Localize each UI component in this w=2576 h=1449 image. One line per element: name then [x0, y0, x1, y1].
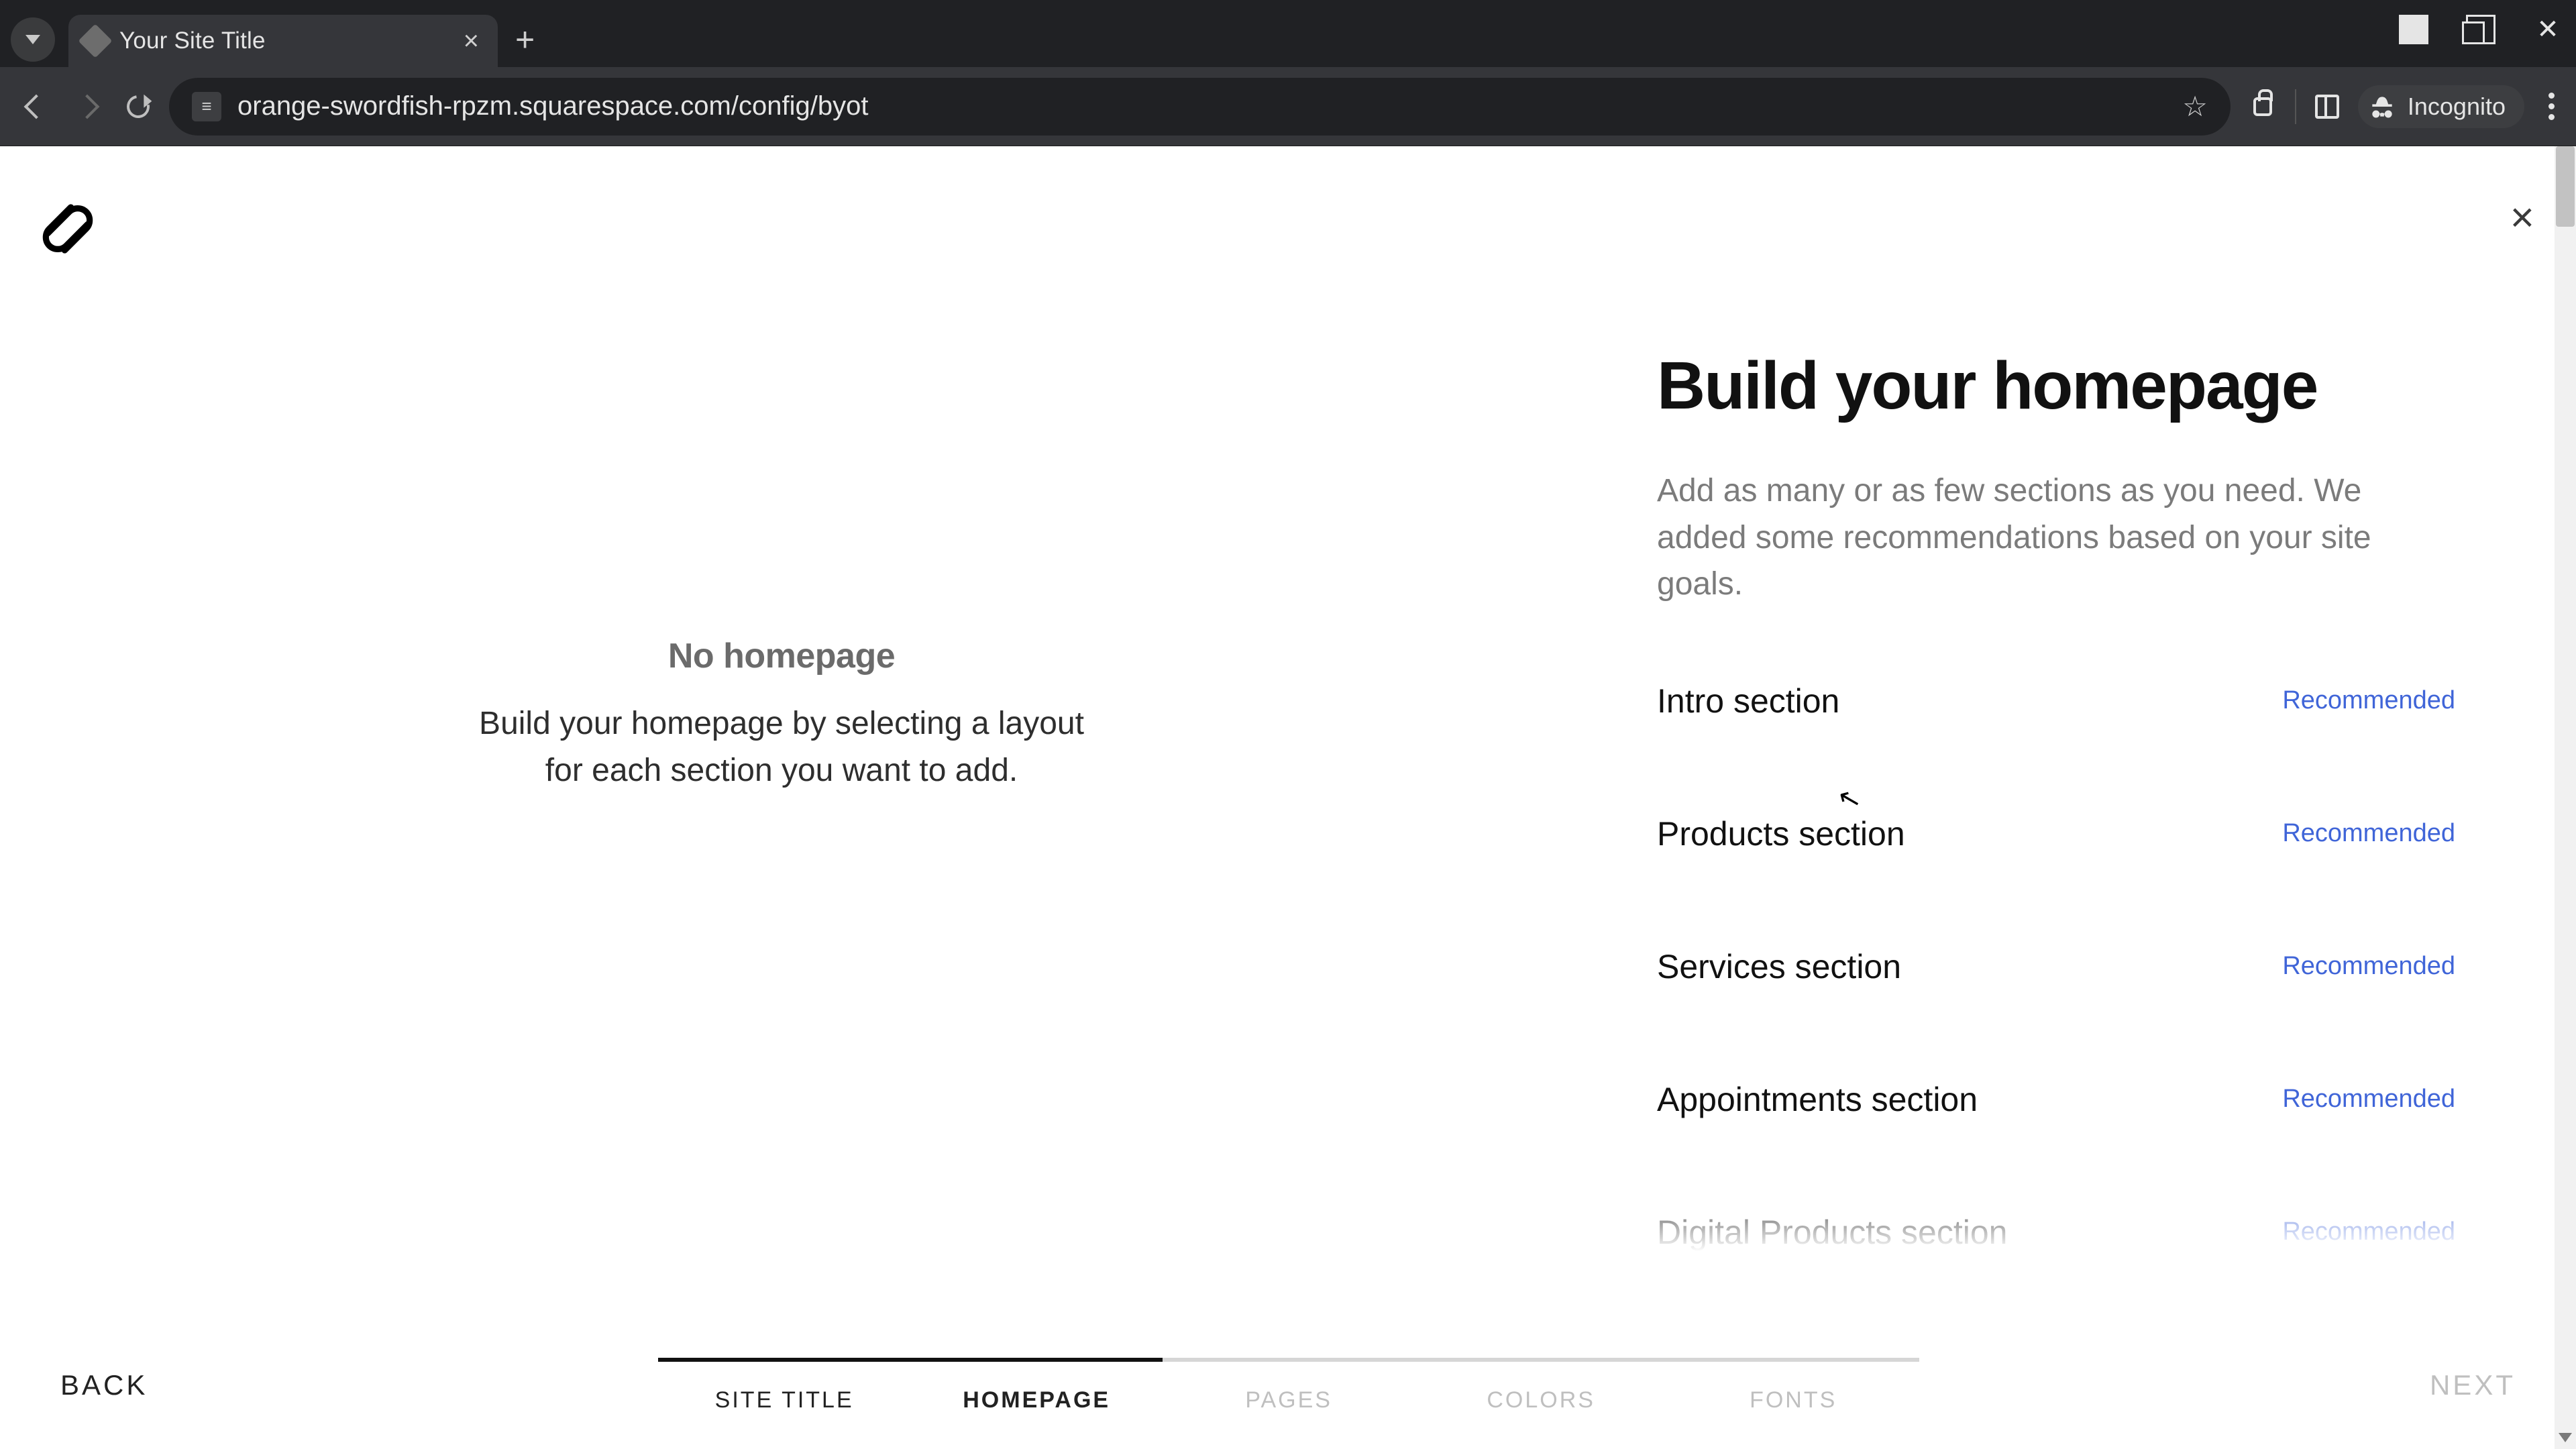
- recommended-badge: Recommended: [2282, 1218, 2455, 1246]
- step-indicator: SITE TITLEHOMEPAGEPAGESCOLORSFONTS: [658, 1358, 1919, 1413]
- tab-title: Your Site Title: [119, 28, 266, 54]
- no-homepage-description: Build your homepage by selecting a layou…: [463, 700, 1100, 794]
- recommended-badge: Recommended: [2282, 819, 2455, 848]
- toolbar-divider: [2295, 89, 2296, 124]
- section-name: Products section: [1657, 814, 1905, 853]
- section-list[interactable]: Intro sectionRecommendedProducts section…: [1657, 682, 2455, 1252]
- new-tab-button[interactable]: +: [515, 23, 535, 56]
- toolbar-right: Incognito: [2249, 85, 2560, 128]
- arrow-left-icon: [24, 94, 49, 119]
- section-row[interactable]: Digital Products section Recommended: [1657, 1213, 2455, 1252]
- site-info-button[interactable]: ≡: [192, 92, 221, 121]
- side-panel-button[interactable]: [2315, 95, 2339, 119]
- recommended-badge: Recommended: [2282, 1085, 2455, 1114]
- browser-chrome: Your Site Title × + ✕ ≡ orange-swordfish…: [0, 0, 2576, 146]
- section-row[interactable]: Appointments section Recommended: [1657, 1080, 2455, 1119]
- step-pages: PAGES: [1163, 1358, 1415, 1413]
- build-heading: Build your homepage: [1657, 347, 2455, 425]
- footer: BACK SITE TITLEHOMEPAGEPAGESCOLORSFONTS …: [0, 1322, 2576, 1449]
- minimize-icon: [2399, 15, 2428, 44]
- section-row[interactable]: Services section Recommended: [1657, 947, 2455, 986]
- bookmark-button[interactable]: ☆: [2182, 90, 2208, 123]
- section-name: Digital Products section: [1657, 1213, 2007, 1252]
- step-colors: COLORS: [1415, 1358, 1667, 1413]
- nav-forward-button[interactable]: [67, 87, 107, 127]
- window-controls: ✕: [2399, 15, 2563, 44]
- no-homepage-title: No homepage: [668, 636, 895, 676]
- section-name: Appointments section: [1657, 1080, 1978, 1119]
- back-button[interactable]: BACK: [60, 1369, 148, 1401]
- extensions-button[interactable]: [2249, 93, 2276, 120]
- step-homepage[interactable]: HOMEPAGE: [910, 1358, 1163, 1413]
- step-site-title[interactable]: SITE TITLE: [658, 1358, 910, 1413]
- browser-tab[interactable]: Your Site Title ×: [68, 15, 498, 67]
- search-tabs-button[interactable]: [11, 17, 55, 62]
- browser-menu-button[interactable]: [2543, 87, 2560, 125]
- reload-icon: [122, 91, 154, 122]
- incognito-indicator[interactable]: Incognito: [2358, 85, 2524, 128]
- chevron-down-icon: [25, 35, 40, 44]
- section-name: Intro section: [1657, 682, 1839, 720]
- section-row[interactable]: Products section Recommended: [1657, 814, 2455, 853]
- content: No homepage Build your homepage by selec…: [0, 146, 2576, 1449]
- tab-strip: Your Site Title × + ✕: [0, 0, 2576, 67]
- build-subheading: Add as many or as few sections as you ne…: [1657, 468, 2415, 608]
- recommended-badge: Recommended: [2282, 686, 2455, 715]
- incognito-label: Incognito: [2408, 93, 2506, 121]
- next-button: NEXT: [2430, 1369, 2516, 1401]
- window-minimize-button[interactable]: [2399, 15, 2428, 44]
- address-bar-url: orange-swordfish-rpzm.squarespace.com/co…: [237, 91, 2166, 121]
- incognito-icon: [2367, 92, 2397, 121]
- squarespace-logo[interactable]: [31, 192, 105, 269]
- window-maximize-button[interactable]: [2466, 15, 2496, 44]
- nav-back-button[interactable]: [16, 87, 56, 127]
- section-name: Services section: [1657, 947, 1901, 986]
- preview-panel: No homepage Build your homepage by selec…: [0, 146, 1563, 1449]
- squarespace-logo-icon: [31, 192, 105, 266]
- nav-reload-button[interactable]: [118, 87, 158, 127]
- browser-toolbar: ≡ orange-swordfish-rpzm.squarespace.com/…: [0, 67, 2576, 146]
- recommended-badge: Recommended: [2282, 952, 2455, 981]
- arrow-right-icon: [75, 94, 100, 119]
- window-close-button[interactable]: ✕: [2533, 15, 2563, 44]
- section-row[interactable]: Intro section Recommended: [1657, 682, 2455, 720]
- step-fonts: FONTS: [1667, 1358, 1919, 1413]
- tab-favicon: [78, 24, 113, 58]
- maximize-icon: [2466, 15, 2496, 44]
- build-panel: Build your homepage Add as many or as fe…: [1563, 146, 2576, 1449]
- tab-close-button[interactable]: ×: [464, 28, 479, 54]
- address-bar[interactable]: ≡ orange-swordfish-rpzm.squarespace.com/…: [169, 78, 2231, 136]
- page: × No homepage Build your homepage by sel…: [0, 146, 2576, 1449]
